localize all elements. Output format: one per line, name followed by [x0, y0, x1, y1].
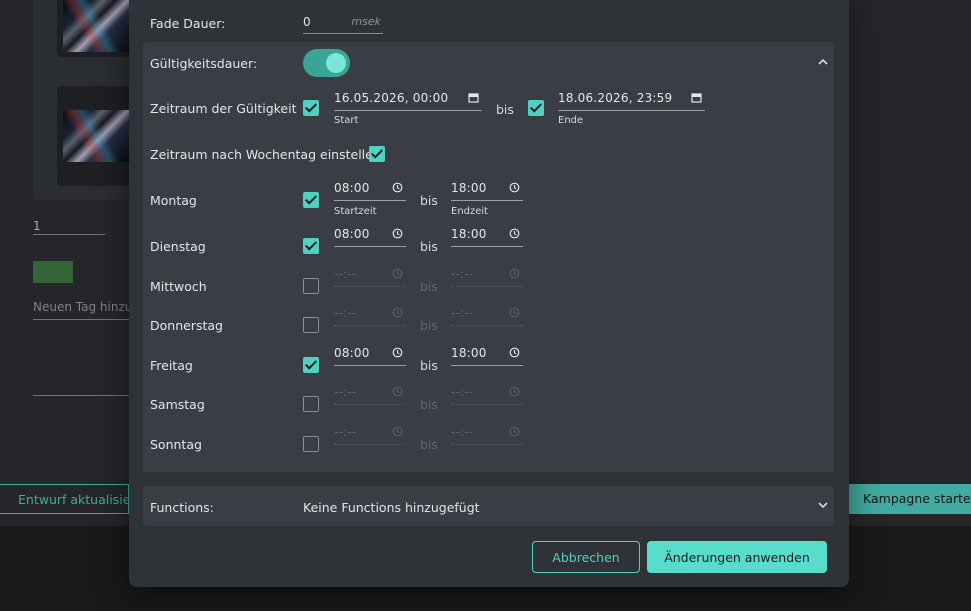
start-time-caption: Startzeit: [334, 206, 377, 217]
calendar-icon[interactable]: [468, 92, 479, 103]
weekday-start-time-input: --:--: [334, 304, 406, 326]
start-caption: Start: [334, 115, 359, 126]
chevron-up-icon[interactable]: [818, 57, 828, 67]
clock-icon[interactable]: [392, 268, 403, 279]
weekday-end-time-value: 18:00: [451, 227, 487, 241]
clock-icon[interactable]: [509, 268, 520, 279]
fade-duration-unit: msek: [351, 15, 381, 28]
end-datetime-value: 18.06.2026, 23:59: [558, 91, 673, 105]
weekday-start-time-value: 08:00: [334, 227, 370, 241]
clock-icon[interactable]: [509, 307, 520, 318]
weekday-day-checkbox[interactable]: [303, 317, 319, 333]
time-separator: bis: [420, 318, 438, 333]
functions-section[interactable]: [143, 486, 834, 526]
clock-icon[interactable]: [392, 228, 403, 239]
weekday-start-time-value: 08:00: [334, 346, 370, 360]
weekday-label: Freitag: [150, 358, 193, 373]
weekday-end-time-value: --:--: [451, 425, 474, 439]
weekday-day-checkbox[interactable]: [303, 238, 319, 254]
functions-value: Keine Functions hinzugefügt: [303, 500, 480, 515]
weekday-end-time-value: --:--: [451, 306, 474, 320]
clock-icon[interactable]: [392, 347, 403, 358]
time-separator: bis: [420, 358, 438, 373]
time-separator: bis: [420, 239, 438, 254]
cancel-button[interactable]: Abbrechen: [532, 541, 640, 573]
weekday-label: Sonntag: [150, 437, 202, 452]
weekday-end-time-value: --:--: [451, 385, 474, 399]
clock-icon[interactable]: [392, 182, 403, 193]
weekday-start-time-value: --:--: [334, 385, 357, 399]
weekday-end-time-input[interactable]: 18:00: [451, 225, 523, 247]
weekday-end-time-input: --:--: [451, 265, 523, 287]
start-datetime-input[interactable]: 16.05.2026, 00:00: [334, 89, 482, 111]
clock-icon[interactable]: [509, 386, 520, 397]
time-separator: bis: [420, 193, 438, 208]
weekday-toggle-label: Zeitraum nach Wochentag einstellen: [150, 147, 381, 162]
chevron-down-icon[interactable]: [818, 500, 828, 510]
apply-changes-button[interactable]: Änderungen anwenden: [647, 541, 827, 573]
weekday-label: Montag: [150, 193, 197, 208]
weekday-end-time-value: --:--: [451, 267, 474, 281]
end-datetime-input[interactable]: 18.06.2026, 23:59: [558, 89, 705, 111]
end-time-caption: Endzeit: [451, 206, 489, 217]
weekday-start-time-input[interactable]: 08:00: [334, 344, 406, 366]
weekday-end-time-input: --:--: [451, 304, 523, 326]
weekday-start-time-input[interactable]: 08:00: [334, 179, 406, 201]
weekday-label: Dienstag: [150, 239, 206, 254]
clock-icon[interactable]: [509, 426, 520, 437]
weekday-end-time-input: --:--: [451, 423, 523, 445]
validity-label: Gültigkeitsdauer:: [150, 56, 258, 71]
weekday-checkbox[interactable]: [369, 146, 385, 162]
weekday-label: Samstag: [150, 397, 205, 412]
fade-duration-label: Fade Dauer:: [150, 16, 226, 31]
end-caption: Ende: [558, 115, 584, 126]
weekday-end-time-value: 18:00: [451, 181, 487, 195]
edit-dialog: Fade Dauer: 0 msek Gültigkeitsdauer: Zei…: [129, 0, 849, 587]
weekday-day-checkbox[interactable]: [303, 192, 319, 208]
weekday-start-time-value: --:--: [334, 306, 357, 320]
weekday-label: Donnerstag: [150, 318, 223, 333]
clock-icon[interactable]: [509, 347, 520, 358]
time-separator: bis: [420, 279, 438, 294]
start-datetime-value: 16.05.2026, 00:00: [334, 91, 449, 105]
toggle-knob: [326, 53, 346, 73]
weekday-end-time-input[interactable]: 18:00: [451, 344, 523, 366]
end-checkbox[interactable]: [528, 100, 544, 116]
weekday-label: Mittwoch: [150, 279, 207, 294]
time-separator: bis: [420, 397, 438, 412]
clock-icon[interactable]: [509, 182, 520, 193]
weekday-end-time-value: 18:00: [451, 346, 487, 360]
validity-toggle[interactable]: [303, 49, 350, 77]
weekday-start-time-value: 08:00: [334, 181, 370, 195]
weekday-end-time-input: --:--: [451, 383, 523, 405]
period-label: Zeitraum der Gültigkeit: [150, 101, 297, 116]
weekday-day-checkbox[interactable]: [303, 278, 319, 294]
time-separator: bis: [420, 437, 438, 452]
clock-icon[interactable]: [392, 386, 403, 397]
fade-duration-value: 0: [303, 15, 311, 29]
weekday-start-time-input: --:--: [334, 383, 406, 405]
calendar-icon[interactable]: [691, 92, 702, 103]
weekday-start-time-input: --:--: [334, 423, 406, 445]
clock-icon[interactable]: [392, 307, 403, 318]
weekday-day-checkbox[interactable]: [303, 436, 319, 452]
weekday-start-time-value: --:--: [334, 267, 357, 281]
period-checkbox[interactable]: [303, 100, 319, 116]
weekday-day-checkbox[interactable]: [303, 396, 319, 412]
clock-icon[interactable]: [392, 426, 403, 437]
weekday-end-time-input[interactable]: 18:00: [451, 179, 523, 201]
weekday-start-time-value: --:--: [334, 425, 357, 439]
weekday-day-checkbox[interactable]: [303, 357, 319, 373]
functions-label: Functions:: [150, 500, 214, 515]
clock-icon[interactable]: [509, 228, 520, 239]
weekday-start-time-input: --:--: [334, 265, 406, 287]
weekday-start-time-input[interactable]: 08:00: [334, 225, 406, 247]
fade-duration-input[interactable]: 0 msek: [303, 12, 383, 34]
period-separator: bis: [496, 102, 514, 117]
